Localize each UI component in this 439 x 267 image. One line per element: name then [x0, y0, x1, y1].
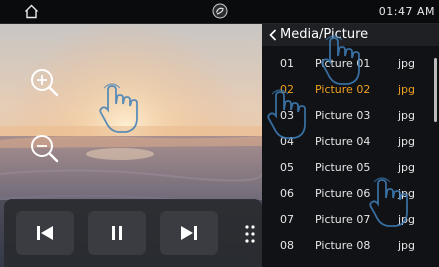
touch-hand-icon	[369, 177, 408, 227]
skip-previous-icon	[37, 226, 53, 240]
status-bar: 01:47 AM	[0, 0, 439, 24]
list-item-number: 07	[280, 213, 294, 226]
list-item-number: 06	[280, 187, 294, 200]
next-button[interactable]	[160, 211, 218, 255]
list-item-extension: jpg	[398, 239, 416, 252]
clock: 01:47 AM	[378, 5, 435, 18]
touch-hand-icon	[99, 83, 138, 133]
list-item-name: Picture 04	[315, 135, 371, 148]
zoom-in-icon[interactable]	[26, 64, 66, 104]
brand-logo-icon	[212, 3, 228, 19]
list-item-name: Picture 08	[315, 239, 371, 252]
list-item-extension: jpg	[398, 109, 416, 122]
list-item-number: 01	[280, 57, 294, 70]
list-item-extension: jpg	[398, 57, 416, 70]
list-item[interactable]: 08 Picture 08 jpg	[262, 233, 432, 259]
touch-hand-icon	[267, 89, 306, 139]
list-item-name: Picture 05	[315, 161, 371, 174]
media-picture-screen: 01:47 AM Media/Picture 01 Picture 01 jpg…	[0, 0, 439, 267]
list-item-name: Picture 06	[315, 187, 371, 200]
touch-hand-icon	[321, 35, 360, 85]
list-item-extension: jpg	[398, 161, 416, 174]
list-item-extension: jpg	[398, 135, 416, 148]
list-item-number: 08	[280, 239, 294, 252]
playback-controls	[4, 199, 262, 267]
list-item-extension: jpg	[398, 83, 416, 96]
pause-button[interactable]	[88, 211, 146, 255]
list-item-number: 05	[280, 161, 294, 174]
skip-next-icon	[181, 226, 197, 240]
previous-button[interactable]	[16, 211, 74, 255]
more-dots-icon[interactable]	[242, 223, 258, 245]
chevron-left-icon[interactable]	[268, 28, 278, 42]
home-icon[interactable]	[24, 4, 39, 19]
list-scrollbar[interactable]	[434, 58, 437, 122]
zoom-out-icon[interactable]	[26, 130, 66, 170]
pause-icon	[112, 226, 122, 240]
list-item-name: Picture 03	[315, 109, 371, 122]
list-item-name: Picture 07	[315, 213, 371, 226]
